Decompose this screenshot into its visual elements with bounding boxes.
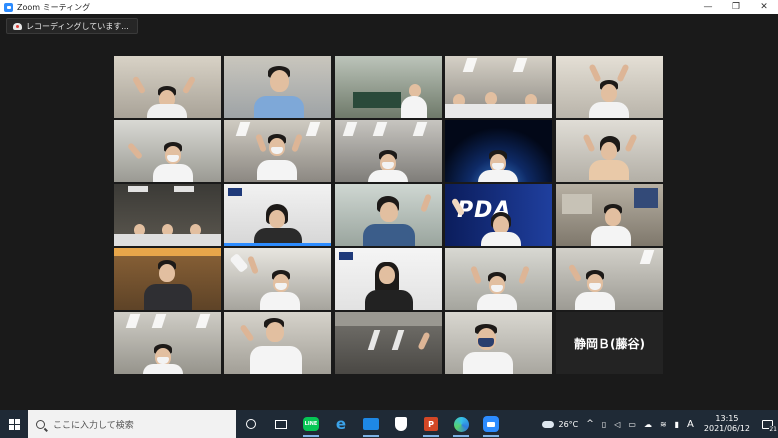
participant-video[interactable] [556,248,663,310]
participant-video[interactable] [445,56,552,118]
show-hidden-icons-chevron-icon[interactable]: ^ [586,419,594,429]
taskbar-search-box[interactable]: ここに入力して検索 [28,410,236,438]
minimize-button[interactable]: — [694,0,722,14]
organization-logo [228,188,242,196]
zoom-app-icon [4,2,13,12]
recording-indicator[interactable]: レコーディングしています... [6,18,138,34]
temperature: 26°C [558,419,579,429]
participant-video[interactable] [445,312,552,374]
security-app-button[interactable] [386,410,416,438]
weather-widget[interactable]: 26°C [541,419,579,429]
participant-video[interactable] [335,184,442,246]
task-view-icon [275,419,287,429]
participant-video[interactable] [445,248,552,310]
participant-video[interactable] [556,56,663,118]
participant-video-active-speaker[interactable] [224,56,331,118]
participant-name: 静岡Ｂ(藤谷) [574,336,645,351]
window-title: Zoom ミーティング [17,2,91,12]
speaker-icon[interactable]: ◁ [614,420,620,429]
shield-icon [395,417,407,431]
recording-label: レコーディングしています... [26,21,129,31]
ime-indicator[interactable]: A [687,419,694,430]
edge-button[interactable] [446,410,476,438]
search-placeholder: ここに入力して検索 [53,420,134,431]
participant-video[interactable] [224,184,331,246]
restore-button[interactable]: ❐ [722,0,750,14]
participant-video[interactable] [114,312,221,374]
windows-taskbar: ここに入力して検索 LINE e P 26°C ^ ▯ ◁ ▭ ☁ ≋ ▮ A … [0,410,778,438]
participant-video[interactable] [335,120,442,182]
participant-video[interactable] [335,312,442,374]
zoom-taskbar-button[interactable] [476,410,506,438]
participant-name-tile[interactable]: 静岡Ｂ(藤谷) [556,312,663,374]
zoom-icon [483,416,499,432]
cloud-icon [541,420,554,428]
powerpoint-icon: P [424,417,438,431]
notification-center-button[interactable]: 21 [756,410,778,438]
participant-video[interactable] [556,184,663,246]
title-bar: Zoom ミーティング — ❐ ✕ [0,0,778,14]
internet-explorer-icon: e [335,415,347,433]
cortana-icon [246,419,256,429]
onedrive-icon[interactable]: ☁ [644,420,652,429]
system-tray: 26°C ^ ▯ ◁ ▭ ☁ ≋ ▮ A 13:15 2021/06/12 21 [538,410,778,438]
start-button[interactable] [0,410,28,438]
battery-icon[interactable]: ▭ [628,420,636,429]
clock[interactable]: 13:15 2021/06/12 [704,414,750,434]
meeting-area: レコーディングしています... PDA 静岡Ｂ(藤谷) [0,14,778,410]
cloud-recording-icon [13,22,22,30]
close-button[interactable]: ✕ [750,0,778,14]
task-view-button[interactable] [266,410,296,438]
notification-count: 21 [769,426,777,433]
participant-video[interactable] [335,248,442,310]
participant-video[interactable] [114,248,221,310]
participant-video[interactable] [224,120,331,182]
line-app-button[interactable]: LINE [296,410,326,438]
windows-logo-icon [8,418,20,430]
powerpoint-button[interactable]: P [416,410,446,438]
usb-icon[interactable]: ▯ [602,420,606,429]
mail-icon [363,418,379,430]
participant-video[interactable] [114,184,221,246]
participant-video[interactable] [114,120,221,182]
clock-time: 13:15 [715,414,739,423]
participant-video[interactable] [224,248,331,310]
search-icon [36,419,45,429]
wifi-icon[interactable]: ≋ [660,420,667,429]
participant-video[interactable] [556,120,663,182]
edge-icon [453,416,469,432]
ie-button[interactable]: e [326,410,356,438]
microphone-icon[interactable]: ▮ [675,420,679,429]
mail-app-button[interactable] [356,410,386,438]
participant-video[interactable] [445,120,552,182]
organization-logo [339,252,353,260]
cortana-button[interactable] [236,410,266,438]
participant-video[interactable] [224,312,331,374]
participant-video[interactable] [335,56,442,118]
gallery-view: PDA 静岡Ｂ(藤谷) [114,56,664,374]
participant-video[interactable]: PDA [445,184,552,246]
clock-date: 2021/06/12 [703,424,750,433]
line-icon: LINE [303,417,319,431]
participant-video[interactable] [114,56,221,118]
